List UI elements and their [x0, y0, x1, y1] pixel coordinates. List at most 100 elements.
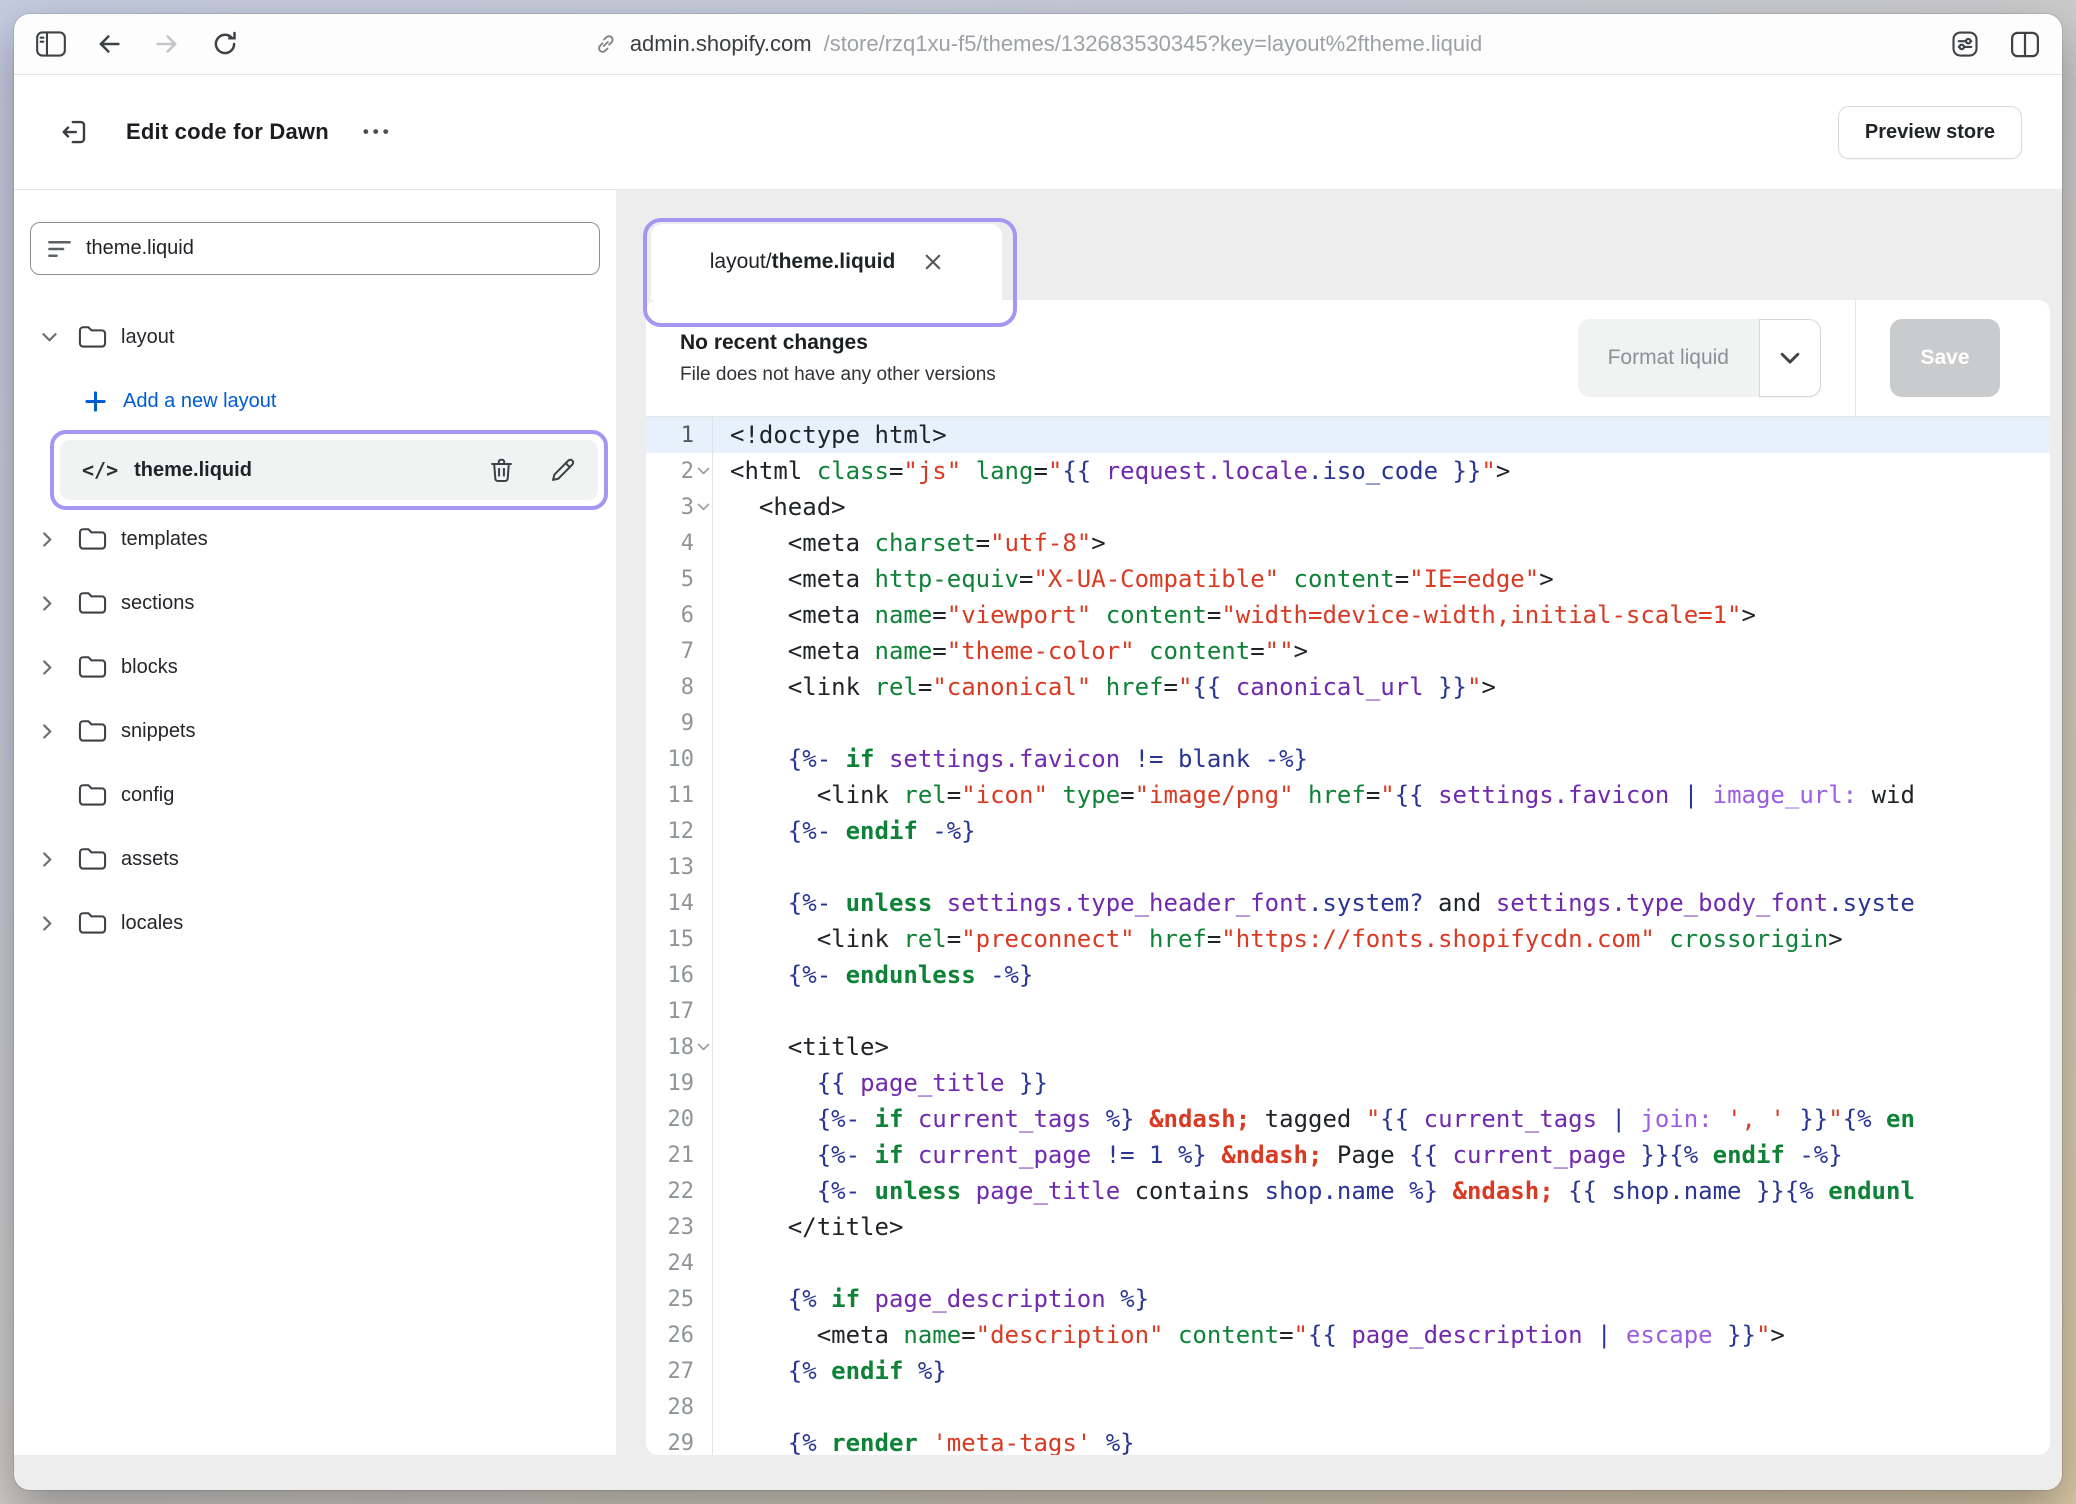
chevron-right-icon[interactable]	[42, 916, 78, 931]
code-text: <meta charset="utf-8">	[712, 529, 1106, 557]
chevron-down-icon[interactable]	[42, 332, 78, 343]
code-text: <title>	[712, 1033, 889, 1061]
line-number-gutter: 12	[646, 819, 712, 844]
code-line[interactable]: 4 <meta charset="utf-8">	[646, 525, 2050, 561]
sidebar-toggle-icon[interactable]	[34, 28, 68, 60]
add-new-layout-button[interactable]: Add a new layout	[30, 369, 600, 433]
more-actions-menu[interactable]: •••	[363, 122, 393, 142]
back-icon[interactable]	[92, 28, 126, 60]
chevron-right-icon[interactable]	[42, 596, 78, 611]
code-text: <html class="js" lang="{{ request.locale…	[712, 457, 1510, 485]
search-input[interactable]	[86, 237, 583, 260]
rename-file-icon[interactable]	[549, 457, 576, 484]
code-text: <meta name="viewport" content="width=dev…	[712, 601, 1756, 629]
code-text: <link rel="canonical" href="{{ canonical…	[712, 673, 1496, 701]
chevron-right-icon[interactable]	[42, 724, 78, 739]
code-line[interactable]: 11 <link rel="icon" type="image/png" hre…	[646, 777, 2050, 813]
sidebar-item-layout[interactable]: layout	[30, 305, 600, 369]
code-line[interactable]: 22 {%- unless page_title contains shop.n…	[646, 1173, 2050, 1209]
delete-file-icon[interactable]	[488, 457, 515, 484]
fold-toggle-icon[interactable]	[694, 503, 712, 512]
line-number-gutter: 11	[646, 783, 712, 808]
line-number: 21	[646, 1143, 694, 1168]
code-line[interactable]: 24	[646, 1245, 2050, 1281]
app-header: Edit code for Dawn ••• Preview store	[14, 75, 2062, 190]
file-search-box[interactable]	[30, 222, 600, 275]
code-line[interactable]: 15 <link rel="preconnect" href="https://…	[646, 921, 2050, 957]
sidebar-item-snippets[interactable]: snippets	[30, 699, 600, 763]
line-number: 25	[646, 1287, 694, 1312]
format-liquid-dropdown[interactable]	[1759, 319, 1821, 397]
code-line[interactable]: 26 <meta name="description" content="{{ …	[646, 1317, 2050, 1353]
code-line[interactable]: 10 {%- if settings.favicon != blank -%}	[646, 741, 2050, 777]
tab-close-icon[interactable]	[923, 252, 943, 272]
code-line[interactable]: 1<!doctype html>	[646, 417, 2050, 453]
sidebar-item-blocks[interactable]: blocks	[30, 635, 600, 699]
folder-label: sections	[121, 592, 194, 615]
sidebar-item-locales[interactable]: locales	[30, 891, 600, 955]
code-line[interactable]: 20 {%- if current_tags %} &ndash; tagged…	[646, 1101, 2050, 1137]
code-line[interactable]: 3 <head>	[646, 489, 2050, 525]
code-line[interactable]: 12 {%- endif -%}	[646, 813, 2050, 849]
chevron-right-icon[interactable]	[42, 852, 78, 867]
page-settings-icon[interactable]	[1948, 28, 1982, 60]
code-line[interactable]: 9	[646, 705, 2050, 741]
code-editor[interactable]: 1<!doctype html>2<html class="js" lang="…	[646, 417, 2050, 1455]
code-line[interactable]: 18 <title>	[646, 1029, 2050, 1065]
code-line[interactable]: 27 {% endif %}	[646, 1353, 2050, 1389]
format-liquid-button[interactable]: Format liquid	[1578, 319, 1759, 397]
header-divider	[1855, 300, 1856, 416]
line-number-gutter: 4	[646, 531, 712, 556]
folder-label: config	[121, 784, 174, 807]
code-line[interactable]: 16 {%- endunless -%}	[646, 957, 2050, 993]
save-button[interactable]: Save	[1890, 319, 2000, 397]
format-liquid-split-button: Format liquid	[1578, 319, 1821, 397]
code-line[interactable]: 25 {% if page_description %}	[646, 1281, 2050, 1317]
preview-store-button[interactable]: Preview store	[1838, 106, 2022, 159]
sidebar-item-theme-liquid[interactable]: </>theme.liquid	[30, 438, 600, 502]
chevron-right-icon[interactable]	[42, 660, 78, 675]
code-text: <!doctype html>	[712, 421, 947, 449]
chevron-right-icon[interactable]	[42, 532, 78, 547]
code-line[interactable]: 2<html class="js" lang="{{ request.local…	[646, 453, 2050, 489]
reload-icon[interactable]	[208, 28, 242, 60]
code-line[interactable]: 17	[646, 993, 2050, 1029]
sidebar-item-assets[interactable]: assets	[30, 827, 600, 891]
folder-icon	[78, 719, 107, 744]
browser-window: admin.shopify.com/store/rzq1xu-f5/themes…	[14, 14, 2062, 1490]
exit-editor-icon[interactable]	[54, 112, 94, 152]
code-text: </title>	[712, 1213, 903, 1241]
line-number: 8	[646, 675, 694, 700]
forward-icon[interactable]	[150, 28, 184, 60]
line-number-gutter: 10	[646, 747, 712, 772]
fold-toggle-icon[interactable]	[694, 1043, 712, 1052]
line-number-gutter: 1	[646, 423, 712, 448]
line-number-gutter: 21	[646, 1143, 712, 1168]
line-number-gutter: 8	[646, 675, 712, 700]
sidebar-item-templates[interactable]: templates	[30, 507, 600, 571]
code-line[interactable]: 5 <meta http-equiv="X-UA-Compatible" con…	[646, 561, 2050, 597]
code-line[interactable]: 19 {{ page_title }}	[646, 1065, 2050, 1101]
sidebar-item-sections[interactable]: sections	[30, 571, 600, 635]
fold-toggle-icon[interactable]	[694, 467, 712, 476]
split-view-icon[interactable]	[2008, 28, 2042, 60]
code-line[interactable]: 8 <link rel="canonical" href="{{ canonic…	[646, 669, 2050, 705]
folder-icon	[78, 847, 107, 872]
code-line[interactable]: 29 {% render 'meta-tags' %}	[646, 1425, 2050, 1455]
selected-file-row[interactable]: </>theme.liquid	[60, 440, 598, 500]
code-line[interactable]: 7 <meta name="theme-color" content="">	[646, 633, 2050, 669]
status-subtitle: File does not have any other versions	[680, 364, 996, 386]
code-line[interactable]: 28	[646, 1389, 2050, 1425]
code-text: {%- unless settings.type_header_font.sys…	[712, 889, 1915, 917]
address-bar[interactable]: admin.shopify.com/store/rzq1xu-f5/themes…	[594, 31, 1482, 57]
code-line[interactable]: 13	[646, 849, 2050, 885]
tab-layout-theme-liquid[interactable]: layout/theme.liquid	[651, 224, 1002, 300]
code-line[interactable]: 14 {%- unless settings.type_header_font.…	[646, 885, 2050, 921]
code-line[interactable]: 21 {%- if current_page != 1 %} &ndash; P…	[646, 1137, 2050, 1173]
sidebar-item-config[interactable]: config	[30, 763, 600, 827]
line-number-gutter: 24	[646, 1251, 712, 1276]
code-line[interactable]: 6 <meta name="viewport" content="width=d…	[646, 597, 2050, 633]
line-number: 10	[646, 747, 694, 772]
code-line[interactable]: 23 </title>	[646, 1209, 2050, 1245]
line-number: 29	[646, 1431, 694, 1456]
